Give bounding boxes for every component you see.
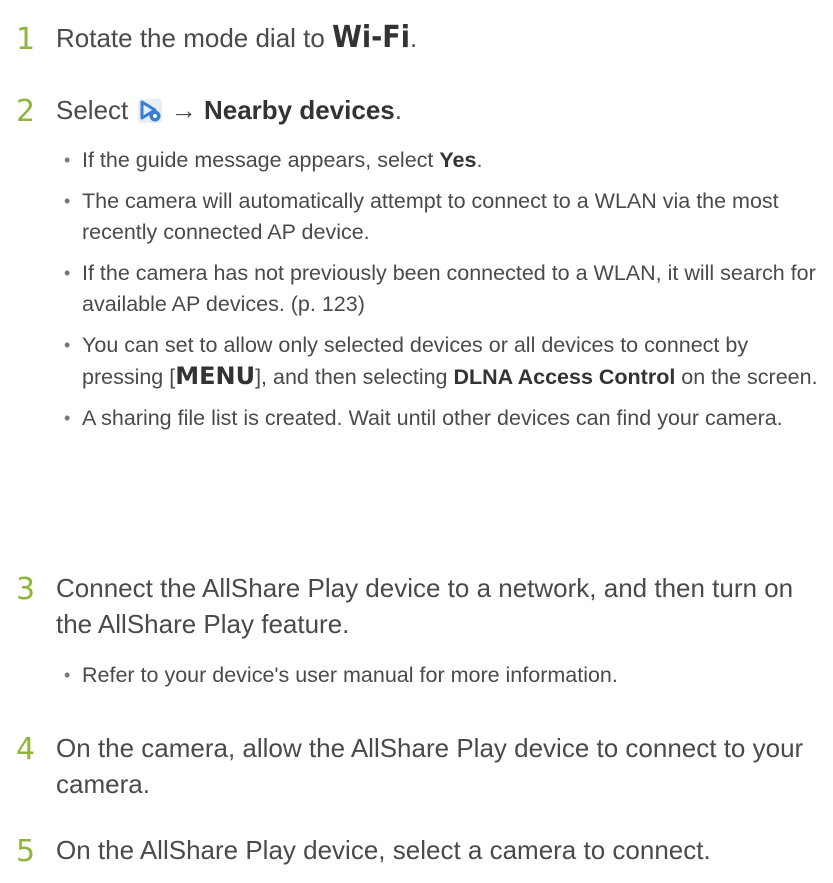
bullet-text: If the guide message appears, select (82, 148, 440, 172)
step-2: 2 Select → Nearby devices. (0, 92, 833, 132)
list-item: • If the guide message appears, select Ye… (64, 145, 829, 176)
option-dlna-access-control: DLNA Access Control (453, 365, 676, 389)
step-number: 4 (16, 732, 36, 767)
bullet-text: The camera will automatically attempt to… (82, 189, 779, 244)
bullet: • (64, 150, 71, 170)
step-text: Rotate the mode dial to Wi-Fi. (56, 20, 826, 56)
bullet: • (64, 335, 71, 355)
step-3-bullets: • Refer to your device's user manual for … (64, 660, 829, 701)
step-text-after: . (409, 23, 418, 53)
step-text: On the camera, allow the AllShare Play d… (56, 733, 804, 799)
step-text-before: Rotate the mode dial to (56, 23, 333, 53)
step-text: Connect the AllShare Play device to a ne… (56, 573, 794, 639)
step-text-after: . (394, 95, 402, 125)
step-number: 1 (16, 22, 36, 57)
bullet-text: on the screen. (675, 365, 818, 389)
step-5: 5 On the AllShare Play device, select a … (0, 832, 833, 872)
step-number: 3 (16, 572, 36, 607)
step-2-bullets: • If the guide message appears, select Ye… (64, 145, 829, 444)
bullet-text: Refer to your device's user manual for m… (82, 663, 618, 687)
menu-key: MENU (175, 362, 256, 390)
step-3: 3 Connect the AllShare Play device to a … (0, 570, 833, 650)
bullet-text: . (476, 148, 483, 172)
bullet: • (64, 191, 71, 211)
step-text: Select → Nearby devices. (56, 92, 826, 128)
bullet: • (64, 263, 71, 283)
step-4: 4 On the camera, allow the AllShare Play… (0, 730, 833, 810)
step-number: 2 (16, 94, 36, 129)
step-text: On the AllShare Play device, select a ca… (56, 835, 711, 865)
bullet-text: ], and then selecting (255, 365, 454, 389)
list-item: • Refer to your device's user manual for … (64, 660, 829, 691)
allshare-play-icon (137, 96, 162, 123)
bullet-text: If the camera has not previously been co… (82, 261, 816, 316)
bullet-text: A sharing file list is created. Wait unt… (82, 406, 783, 430)
step-number: 5 (16, 834, 36, 869)
arrow: → (163, 95, 204, 125)
list-item: • If the camera has not previously been c… (64, 258, 829, 320)
step-1: 1 Rotate the mode dial to Wi-Fi. (0, 20, 833, 60)
bullet: • (64, 665, 71, 685)
menu-option-nearby-devices: Nearby devices (203, 95, 395, 125)
wifi-mode-label: Wi-Fi (332, 20, 410, 55)
step-text-before: Select (56, 95, 136, 125)
list-item: • A sharing file list is created. Wait un… (64, 403, 829, 434)
option-yes: Yes (439, 148, 477, 172)
list-item: • The camera will automatically attempt t… (64, 186, 829, 248)
list-item: • You can set to allow only selected devi… (64, 330, 829, 393)
bullet: • (64, 408, 71, 428)
